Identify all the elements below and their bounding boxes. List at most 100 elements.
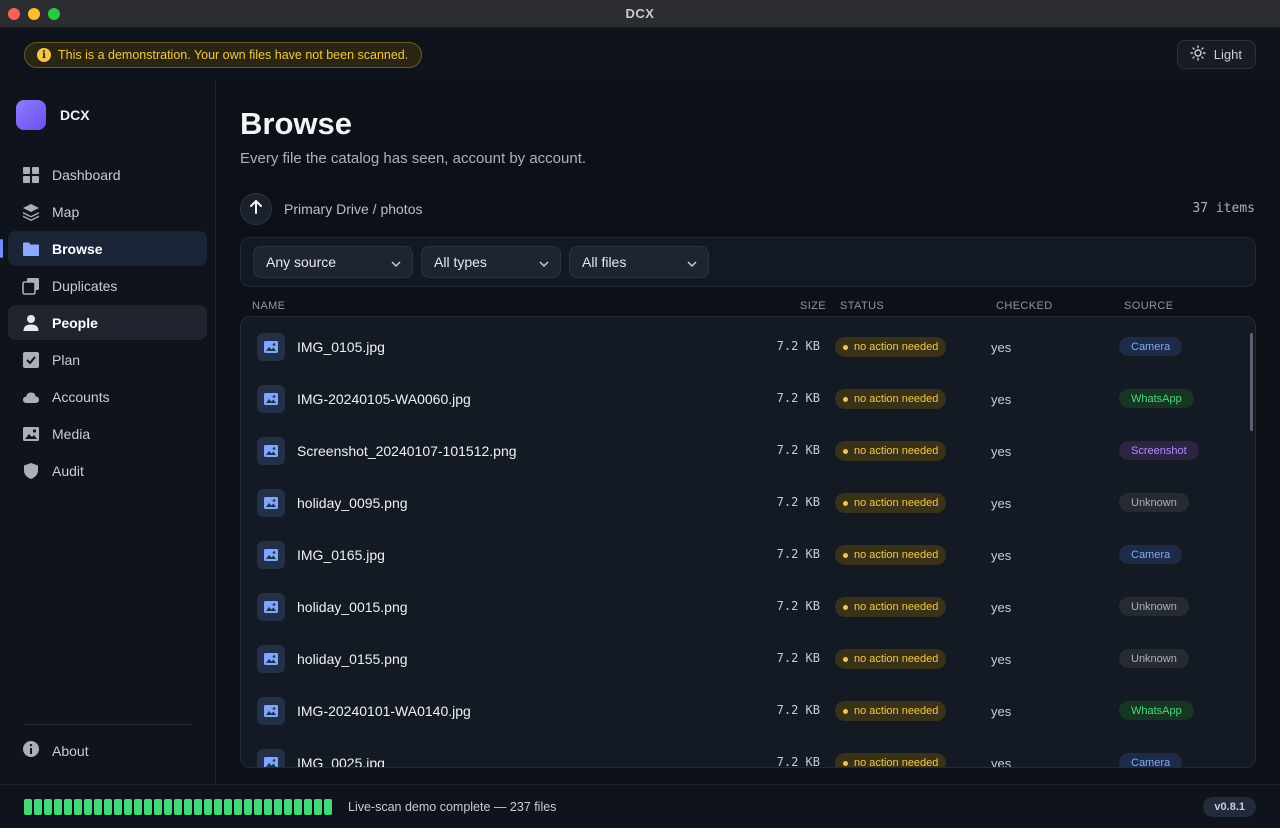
file-size: 7.2 KB	[776, 755, 820, 768]
column-header-name[interactable]: NAME	[252, 300, 285, 312]
checked-value: yes	[991, 392, 1012, 407]
column-header-checked[interactable]: CHECKED	[996, 300, 1053, 312]
progress-segment	[64, 799, 72, 815]
sidebar-item-label: Accounts	[52, 388, 110, 405]
progress-segment	[104, 799, 112, 815]
status-dot	[843, 500, 848, 506]
folder-icon	[22, 240, 40, 258]
cloud-icon	[22, 388, 40, 406]
progress-segment	[74, 799, 82, 815]
close-window-button[interactable]	[8, 8, 20, 20]
status-badge: no action needed	[835, 389, 947, 409]
source-badge: Unknown	[1119, 597, 1189, 616]
progress-segment	[54, 799, 62, 815]
person-icon	[22, 314, 40, 332]
type-filter-value: All types	[434, 254, 487, 270]
progress-segment	[114, 799, 122, 815]
column-header-size[interactable]: SIZE	[800, 300, 826, 312]
navigate-up-button[interactable]	[240, 193, 272, 225]
brand-name: DCX	[60, 107, 90, 123]
source-filter-value: Any source	[266, 254, 337, 270]
sidebar-item-plan[interactable]: Plan	[8, 342, 207, 377]
progress-segment	[84, 799, 92, 815]
sidebar-item-label: Browse	[52, 240, 103, 257]
sidebar-item-label: Dashboard	[52, 166, 121, 183]
image-file-icon	[257, 489, 285, 517]
file-size: 7.2 KB	[776, 339, 820, 353]
status-dot	[843, 552, 848, 558]
source-badge: WhatsApp	[1119, 389, 1194, 408]
checkbox-icon	[22, 351, 40, 369]
source-badge: WhatsApp	[1119, 701, 1194, 720]
about-label: About	[52, 742, 89, 759]
sidebar-item-dashboard[interactable]: Dashboard	[8, 157, 207, 192]
file-size: 7.2 KB	[776, 599, 820, 613]
checked-value: yes	[991, 756, 1012, 768]
sidebar-item-audit[interactable]: Audit	[8, 453, 207, 488]
info-icon	[22, 740, 40, 761]
status-dot	[843, 448, 848, 454]
image-file-icon	[257, 333, 285, 361]
progress-segment	[134, 799, 142, 815]
source-badge: Screenshot	[1119, 441, 1199, 460]
progress-segment	[234, 799, 242, 815]
window-controls	[8, 8, 60, 20]
table-row[interactable]: IMG_0025.jpg 7.2 KB no action needed yes Cam…	[241, 733, 1255, 768]
sidebar-item-about[interactable]: About	[22, 740, 89, 761]
table-header: NAME SIZE STATUS CHECKED SOURCE	[240, 298, 1256, 316]
zoom-window-button[interactable]	[48, 8, 60, 20]
top-bar: i This is a demonstration. Your own file…	[0, 28, 1280, 80]
demo-banner-text: This is a demonstration. Your own files …	[58, 48, 409, 62]
status-text: no action needed	[854, 393, 939, 405]
theme-toggle-button[interactable]: Light	[1176, 40, 1256, 69]
table-row[interactable]: holiday_0095.png 7.2 KB no action needed ye…	[241, 473, 1255, 525]
checked-value: yes	[991, 704, 1012, 719]
progress-segment	[224, 799, 232, 815]
sidebar-item-browse[interactable]: Browse	[0, 231, 207, 266]
sidebar-item-accounts[interactable]: Accounts	[8, 379, 207, 414]
type-filter-select[interactable]: All types	[421, 246, 561, 278]
chevron-down-icon	[538, 257, 550, 273]
table-row[interactable]: holiday_0015.png 7.2 KB no action needed ye…	[241, 577, 1255, 629]
table-row[interactable]: Screenshot_20240107-101512.png 7.2 KB no a…	[241, 421, 1255, 473]
table-row[interactable]: IMG_0165.jpg 7.2 KB no action needed yes Cam…	[241, 525, 1255, 577]
status-text: no action needed	[854, 705, 939, 717]
progress-segment	[264, 799, 272, 815]
status-dot	[843, 708, 848, 714]
breadcrumb: Primary Drive / photos	[284, 201, 423, 217]
progress-segment	[94, 799, 102, 815]
status-text: no action needed	[854, 497, 939, 509]
brand[interactable]: DCX	[16, 100, 90, 130]
column-header-status[interactable]: STATUS	[840, 300, 884, 312]
column-header-source[interactable]: SOURCE	[1124, 300, 1173, 312]
info-icon: i	[37, 48, 51, 62]
file-table: IMG_0105.jpg 7.2 KB no action needed yes Cam…	[240, 316, 1256, 768]
file-name: IMG_0105.jpg	[297, 339, 385, 355]
sidebar-item-map[interactable]: Map	[8, 194, 207, 229]
sidebar-nav: Dashboard Map Browse Duplicates People P…	[0, 157, 207, 490]
shield-icon	[22, 462, 40, 480]
progress-segment	[24, 799, 32, 815]
progress-segment	[184, 799, 192, 815]
minimize-window-button[interactable]	[28, 8, 40, 20]
sidebar-item-duplicates[interactable]: Duplicates	[8, 268, 207, 303]
checked-value: yes	[991, 496, 1012, 511]
file-name: IMG_0165.jpg	[297, 547, 385, 563]
status-text: no action needed	[854, 341, 939, 353]
table-row[interactable]: holiday_0155.png 7.2 KB no action needed ye…	[241, 629, 1255, 681]
sidebar-item-media[interactable]: Media	[8, 416, 207, 451]
table-row[interactable]: IMG_0105.jpg 7.2 KB no action needed yes Cam…	[241, 317, 1255, 369]
source-filter-select[interactable]: Any source	[253, 246, 413, 278]
status-badge: no action needed	[835, 493, 947, 513]
sidebar-item-people[interactable]: People	[8, 305, 207, 340]
file-name: IMG-20240101-WA0140.jpg	[297, 703, 471, 719]
table-row[interactable]: IMG-20240101-WA0140.jpg 7.2 KB no action n…	[241, 681, 1255, 733]
checked-value: yes	[991, 548, 1012, 563]
status-badge: no action needed	[835, 753, 947, 767]
progress-segment	[194, 799, 202, 815]
files-filter-select[interactable]: All files	[569, 246, 709, 278]
demo-banner: i This is a demonstration. Your own file…	[24, 42, 423, 68]
window-titlebar: DCX	[0, 0, 1280, 28]
file-size: 7.2 KB	[776, 651, 820, 665]
table-row[interactable]: IMG-20240105-WA0060.jpg 7.2 KB no action n…	[241, 369, 1255, 421]
